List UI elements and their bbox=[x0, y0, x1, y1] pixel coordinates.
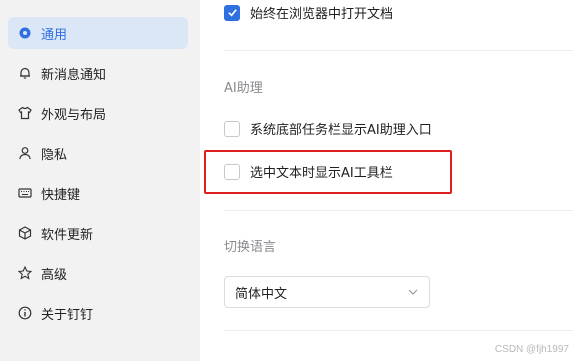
sidebar-item-notifications[interactable]: 新消息通知 bbox=[8, 57, 188, 89]
sidebar-item-label: 关于钉钉 bbox=[41, 307, 94, 323]
sidebar-item-label: 高级 bbox=[41, 267, 68, 283]
watermark: CSDN @fjh1997 bbox=[494, 344, 569, 355]
ai-taskbar-checkbox[interactable] bbox=[224, 120, 240, 137]
sidebar-item-updates[interactable]: 软件更新 bbox=[8, 217, 188, 249]
sidebar: 通用 新消息通知 外观与布局 隐私 快捷键 软件更新 高级 关于钉钉 bbox=[0, 0, 200, 361]
language-select-value: 简体中文 bbox=[235, 286, 288, 302]
language-select[interactable]: 简体中文 bbox=[224, 276, 430, 308]
cube-icon bbox=[18, 226, 32, 240]
sidebar-item-label: 新消息通知 bbox=[41, 67, 107, 83]
sidebar-item-about[interactable]: 关于钉钉 bbox=[8, 297, 188, 329]
sidebar-item-advanced[interactable]: 高级 bbox=[8, 257, 188, 289]
divider bbox=[224, 210, 573, 211]
chevron-down-icon bbox=[407, 286, 419, 298]
shirt-icon bbox=[18, 106, 32, 120]
ai-taskbar-option[interactable]: 系统底部任务栏显示AI助理入口 bbox=[224, 119, 432, 138]
sidebar-item-shortcuts[interactable]: 快捷键 bbox=[8, 177, 188, 209]
open-in-browser-option[interactable]: 始终在浏览器中打开文档 bbox=[224, 3, 393, 22]
info-icon bbox=[18, 306, 32, 320]
person-icon bbox=[18, 146, 32, 160]
sidebar-item-label: 快捷键 bbox=[41, 187, 81, 203]
general-icon bbox=[18, 26, 32, 40]
bell-icon bbox=[18, 66, 32, 80]
open-in-browser-checkbox[interactable] bbox=[224, 4, 240, 21]
sidebar-item-label: 通用 bbox=[41, 27, 68, 43]
sidebar-item-general[interactable]: 通用 bbox=[8, 17, 188, 49]
language-section-title: 切换语言 bbox=[224, 240, 277, 255]
divider bbox=[224, 330, 573, 331]
sidebar-item-appearance[interactable]: 外观与布局 bbox=[8, 97, 188, 129]
star-icon bbox=[18, 266, 32, 280]
sidebar-item-label: 软件更新 bbox=[41, 227, 94, 243]
ai-section-title: AI助理 bbox=[224, 81, 263, 96]
open-in-browser-label: 始终在浏览器中打开文档 bbox=[250, 7, 394, 22]
divider bbox=[224, 50, 573, 51]
sidebar-item-label: 隐私 bbox=[41, 147, 68, 163]
highlight-box bbox=[204, 150, 452, 194]
sidebar-item-label: 外观与布局 bbox=[41, 107, 107, 123]
sidebar-item-privacy[interactable]: 隐私 bbox=[8, 137, 188, 169]
ai-taskbar-label: 系统底部任务栏显示AI助理入口 bbox=[250, 123, 432, 138]
keyboard-icon bbox=[18, 186, 32, 200]
settings-panel: 始终在浏览器中打开文档 AI助理 系统底部任务栏显示AI助理入口 选中文本时显示… bbox=[200, 0, 573, 361]
